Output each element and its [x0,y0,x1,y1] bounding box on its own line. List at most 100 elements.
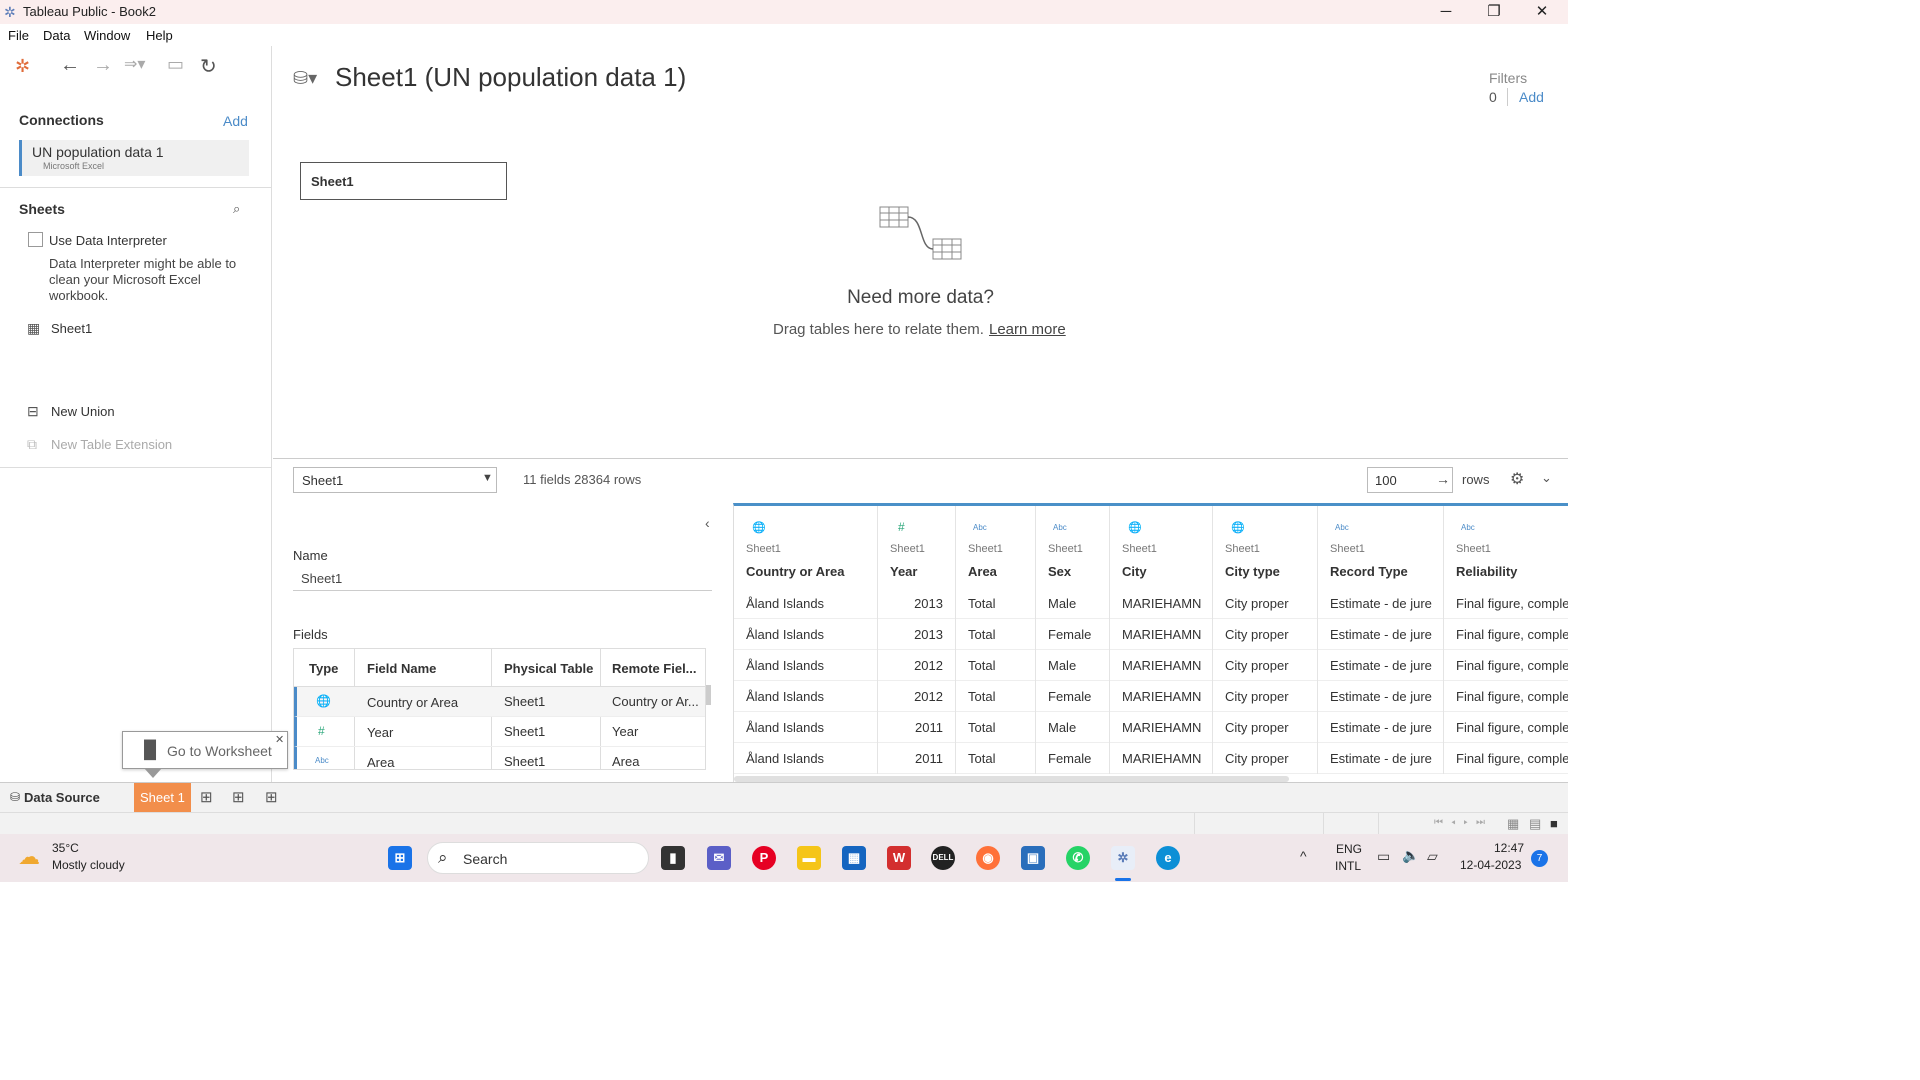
table-row[interactable]: Abc Area Sheet1 Area [294,747,705,769]
dell-icon[interactable]: DELL [931,846,955,870]
table-row[interactable]: # Year Sheet1 Year [294,717,705,747]
connection-item[interactable]: UN population data 1 Microsoft Excel [19,140,249,176]
menu-data[interactable]: Data [43,28,70,43]
table-row[interactable]: Åland Islands 2013 Total Female MARIEHAMN Cit… [734,619,1568,650]
use-interpreter-label[interactable]: Use Data Interpreter [49,233,167,248]
new-union[interactable]: New Union [51,404,115,419]
network-icon[interactable]: ▭ [1377,848,1390,865]
scrollbar-thumb[interactable] [706,685,711,705]
col-field-name[interactable]: Field Name [367,661,436,676]
new-worksheet-icon[interactable]: ⊞ [200,788,213,806]
filmstrip-view-icon[interactable]: ■ [1550,816,1558,831]
taskbar-search[interactable]: ⌕ Search [427,842,649,874]
gear-icon[interactable]: ⚙ [1510,469,1524,489]
windows-start-icon[interactable]: ⊞ [388,846,412,870]
save-icon[interactable]: ▭ [167,54,184,75]
clock-time[interactable]: 12:47 [1494,841,1524,855]
union-icon: ⊟ [27,403,39,419]
maximize-button[interactable]: ❐ [1470,0,1518,24]
sheet-item[interactable]: Sheet1 [51,321,92,336]
window-app-icon[interactable]: ▣ [1021,846,1045,870]
refresh-icon[interactable]: ↻ [200,54,217,79]
tab-sheet1[interactable]: Sheet 1 [134,783,191,813]
forward-arrow-icon[interactable]: → [93,54,113,77]
connections-add-link[interactable]: Add [223,113,248,129]
new-story-icon[interactable]: ⊞ [265,788,278,806]
new-table-extension[interactable]: New Table Extension [51,437,172,452]
col-physical-table[interactable]: Physical Table [504,661,593,676]
navigation-arrows-icon[interactable]: ⏮◂▸⏭ [1434,817,1493,828]
whatsapp-icon[interactable]: ✆ [1066,846,1090,870]
grid-col-country[interactable]: 🌐 Sheet1 Country or Area [734,506,878,588]
cell-city: MARIEHAMN [1110,712,1213,743]
list-view-icon[interactable]: ▤ [1529,816,1541,832]
redo-dropdown-icon[interactable]: ⇒▾ [124,54,145,74]
grid-col-reliability[interactable]: Abc Sheet1 Reliability [1444,506,1568,588]
table-select[interactable]: Sheet1 ▼ [293,467,497,493]
edge-icon[interactable]: e [1156,846,1180,870]
grid-col-area[interactable]: Abc Sheet1 Area [956,506,1036,588]
cell-area: Total [956,619,1036,650]
menu-file[interactable]: File [8,28,29,43]
grid-col-sex[interactable]: Abc Sheet1 Sex [1036,506,1110,588]
weather-icon[interactable]: ☁ [18,844,40,870]
tray-chevron-icon[interactable]: ^ [1300,848,1307,864]
volume-icon[interactable]: 🔈 [1402,847,1419,864]
minimize-button[interactable]: ─ [1422,0,1470,24]
use-interpreter-checkbox[interactable] [28,232,43,247]
grid-col-year[interactable]: # Sheet1 Year [878,506,956,588]
lang-layout[interactable]: INTL [1335,859,1361,873]
name-field[interactable]: Sheet1 [293,569,712,591]
tableau-home-icon[interactable]: ✲ [15,56,30,77]
clock-date[interactable]: 12-04-2023 [1460,858,1521,872]
battery-icon[interactable]: ▱ [1427,848,1438,865]
new-dashboard-icon[interactable]: ⊞ [232,788,245,806]
apply-arrow-icon[interactable]: → [1436,471,1450,487]
sheet-tab-bar: ⛁ Data Source Sheet 1 ⊞ ⊞ ⊞ [0,782,1568,813]
grid-col-record-type[interactable]: Abc Sheet1 Record Type [1318,506,1444,588]
rows-input[interactable]: 100 → [1367,467,1453,493]
back-arrow-icon[interactable]: ← [60,54,80,77]
table-row[interactable]: 🌐 Country or Area Sheet1 Country or Ar..… [294,687,705,717]
table-box[interactable]: Sheet1 [300,162,507,200]
cell-city-type: City proper [1213,619,1318,650]
filters-add-link[interactable]: Add [1519,89,1544,105]
pinterest-icon[interactable]: P [752,846,776,870]
grid-col-city[interactable]: 🌐 Sheet1 City [1110,506,1213,588]
table-row[interactable]: Åland Islands 2011 Total Male MARIEHAMN City … [734,712,1568,743]
window-title: Tableau Public - Book2 [23,4,156,19]
firefox-icon[interactable]: ◉ [976,846,1000,870]
tab-data-source[interactable]: Data Source [24,790,100,805]
grid-col-source: Sheet1 [1225,543,1260,555]
grid-view-icon[interactable]: ▦ [1507,816,1519,832]
store-icon[interactable]: ▦ [842,846,866,870]
grid-col-city-type[interactable]: 🌐 Sheet1 City type [1213,506,1318,588]
table-row[interactable]: Åland Islands 2013 Total Male MARIEHAMN City … [734,588,1568,619]
datasource-title[interactable]: Sheet1 (UN population data 1) [335,62,686,93]
learn-more-link[interactable]: Learn more [989,321,1066,338]
tableau-taskbar-icon[interactable]: ✲ [1111,846,1135,870]
go-to-worksheet-tooltip[interactable]: ▐▌ Go to Worksheet ✕ [122,731,288,769]
menu-window[interactable]: Window [84,28,130,43]
search-icon[interactable]: ⌕ [233,201,240,217]
table-row[interactable]: Åland Islands 2011 Total Female MARIEHAMN Cit… [734,743,1568,774]
lang-code[interactable]: ENG [1336,842,1362,856]
close-button[interactable]: ✕ [1518,0,1566,24]
grid-col-name: City [1122,564,1147,579]
wps-office-icon[interactable]: W [887,846,911,870]
close-icon[interactable]: ✕ [275,733,284,746]
menu-help[interactable]: Help [146,28,173,43]
teams-chat-icon[interactable]: ✉ [707,846,731,870]
chevron-down-icon[interactable]: ⌄ [1541,470,1552,486]
table-row[interactable]: Åland Islands 2012 Total Male MARIEHAMN City … [734,650,1568,681]
cell-record-type: Estimate - de jure [1318,681,1444,712]
col-type[interactable]: Type [309,661,338,676]
notification-badge[interactable]: 7 [1531,850,1548,867]
table-row[interactable]: Åland Islands 2012 Total Female MARIEHAMN Cit… [734,681,1568,712]
file-explorer-icon[interactable]: ▬ [797,846,821,870]
cell-country: Åland Islands [734,743,878,774]
cell-year: 2013 [878,619,956,650]
task-view-icon[interactable]: ▮ [661,846,685,870]
col-remote-field[interactable]: Remote Fiel... [612,661,697,676]
collapse-icon[interactable]: ‹ [705,515,710,531]
